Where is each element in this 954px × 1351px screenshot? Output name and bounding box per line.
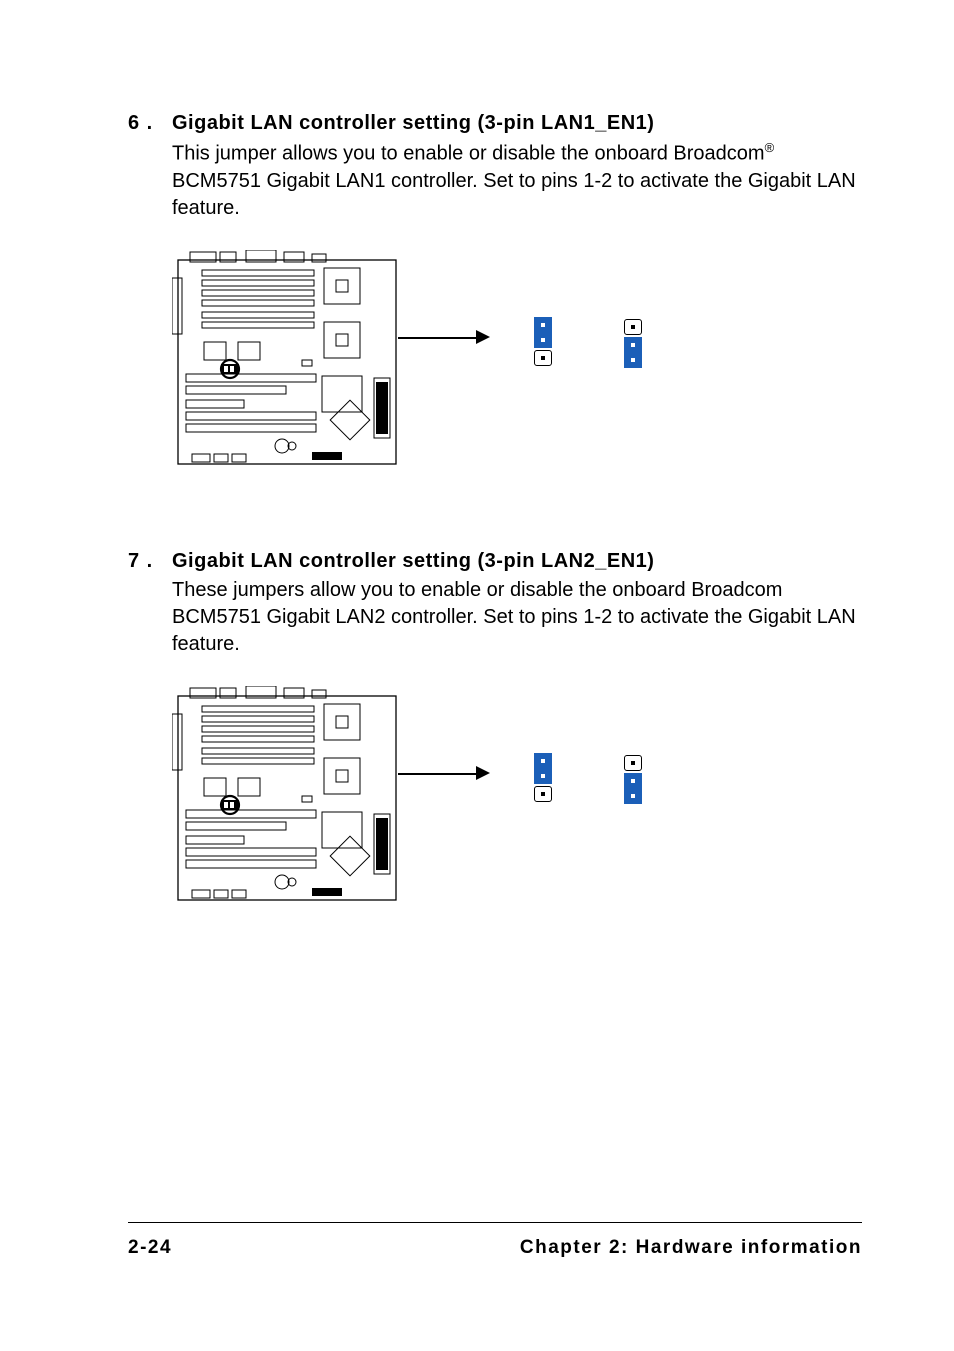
- page-number: 2-24: [128, 1237, 172, 1259]
- registered-symbol: ®: [765, 140, 775, 155]
- body-text-pre: This jumper allows you to enable or disa…: [172, 143, 765, 165]
- pin-1: [624, 755, 642, 771]
- jumper-settings: [534, 317, 642, 368]
- pin-3: [534, 350, 552, 366]
- heading-row: 7 . Gigabit LAN controller setting (3-pi…: [128, 550, 862, 573]
- jumper-block: [534, 317, 552, 368]
- jumper-disable: [624, 753, 642, 804]
- section-number: 6 .: [128, 112, 172, 135]
- page-footer: 2-24 Chapter 2: Hardware information: [128, 1222, 862, 1259]
- pin-2: [534, 768, 552, 784]
- pin-1: [534, 317, 552, 333]
- heading-row: 6 . Gigabit LAN controller setting (3-pi…: [128, 112, 862, 135]
- pin-1: [624, 319, 642, 335]
- board-svg: [172, 250, 404, 472]
- arrow-icon: [398, 325, 490, 349]
- motherboard-diagram: [172, 686, 404, 908]
- page-content: 6 . Gigabit LAN controller setting (3-pi…: [0, 0, 954, 908]
- pin-2: [624, 337, 642, 353]
- pin-3: [534, 786, 552, 802]
- chapter-label: Chapter 2: Hardware information: [520, 1237, 862, 1259]
- section-body: This jumper allows you to enable or disa…: [172, 139, 862, 222]
- pin-2: [624, 773, 642, 789]
- jumper-block: [534, 753, 552, 804]
- pin-2: [534, 332, 552, 348]
- pin-3: [624, 352, 642, 368]
- jumper-enable: [534, 317, 552, 368]
- section-body: These jumpers allow you to enable or dis…: [172, 577, 862, 658]
- jumper-enable: [534, 753, 552, 804]
- section-title: Gigabit LAN controller setting (3-pin LA…: [172, 550, 654, 573]
- section-7: 7 . Gigabit LAN controller setting (3-pi…: [128, 550, 862, 908]
- jumper-disable: [624, 317, 642, 368]
- section-number: 7 .: [128, 550, 172, 573]
- diagram-row: [172, 686, 862, 908]
- arrow-icon: [398, 761, 490, 785]
- section-title: Gigabit LAN controller setting (3-pin LA…: [172, 112, 654, 135]
- pin-1: [534, 753, 552, 769]
- motherboard-diagram: [172, 250, 404, 472]
- jumper-block: [624, 753, 642, 804]
- diagram-row: [172, 250, 862, 472]
- section-6: 6 . Gigabit LAN controller setting (3-pi…: [128, 112, 862, 472]
- board-svg: [172, 686, 404, 908]
- body-text-pre: These jumpers allow you to enable or dis…: [172, 579, 856, 655]
- body-text-post: BCM5751 Gigabit LAN1 controller. Set to …: [172, 170, 856, 219]
- pin-3: [624, 788, 642, 804]
- jumper-block: [624, 317, 642, 368]
- jumper-settings: [534, 753, 642, 804]
